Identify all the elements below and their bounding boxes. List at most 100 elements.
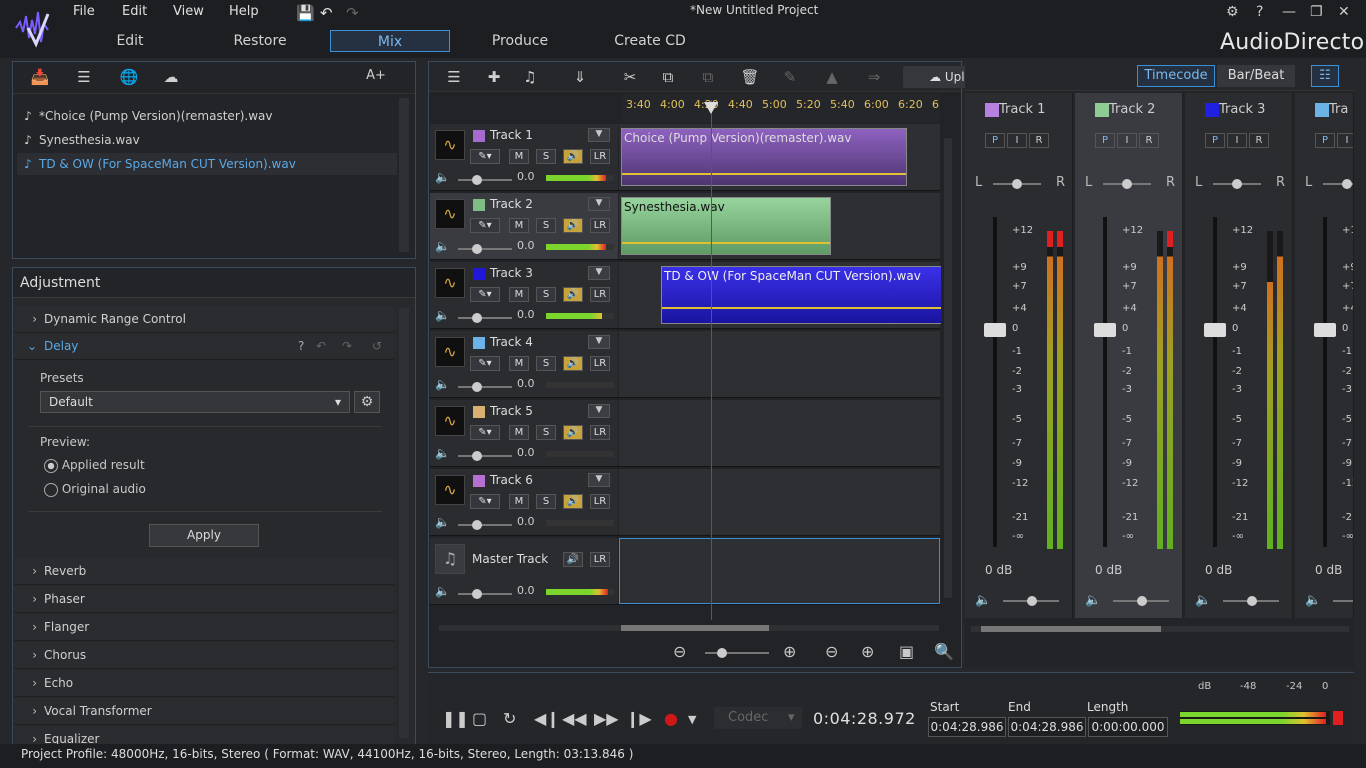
section-delay[interactable]: ⌄ Delay ? ↶ ↷ ↺ — [14, 333, 394, 360]
tab-mix[interactable]: Mix — [330, 30, 450, 52]
volume-slider[interactable] — [458, 593, 512, 595]
radio-original-audio[interactable]: Original audio — [44, 482, 146, 497]
automation-icon[interactable]: ✎▾ — [470, 149, 500, 164]
library-item[interactable]: ♪ *Choice (Pump Version)(remaster).wav — [17, 105, 397, 127]
library-scrollbar[interactable] — [399, 98, 409, 252]
phase-button[interactable]: P — [985, 133, 1005, 148]
track-lane[interactable]: Choice (Pump Version)(remaster).wav — [619, 124, 940, 190]
record-options-icon[interactable]: ▼ — [688, 713, 696, 726]
vertical-zoom-out-icon[interactable]: ⊖ — [825, 642, 838, 661]
add-to-track-icon[interactable]: ☰ — [73, 68, 95, 86]
bar-beat-toggle[interactable]: Bar/Beat — [1217, 65, 1295, 87]
solo-button[interactable]: S — [536, 356, 556, 371]
pan-slider[interactable] — [1323, 179, 1353, 189]
record-icon[interactable]: ● — [664, 709, 678, 728]
track-row-3[interactable]: ∿ Track 3 ✎▾ M S 🔊 LR ▼ 🔈 0.0 TD & OW (F… — [430, 262, 941, 329]
track-row-5[interactable]: ∿ Track 5 ✎▾ M S 🔊 LR ▼ 🔈 0.0 — [430, 400, 940, 467]
record-arm-button[interactable]: R — [1029, 133, 1049, 148]
fader-track[interactable] — [1213, 217, 1217, 547]
track-color-swatch[interactable] — [473, 130, 485, 142]
mixdown-icon[interactable]: ⇒ — [863, 68, 885, 86]
solo-button[interactable]: S — [536, 218, 556, 233]
cloud-icon[interactable]: ☁ — [160, 68, 182, 86]
record-arm-button[interactable]: R — [1139, 133, 1159, 148]
track-menu-button[interactable]: ▼ — [588, 266, 610, 280]
section-equalizer[interactable]: › Equalizer — [14, 726, 394, 746]
close-icon[interactable]: ✕ — [1338, 4, 1350, 20]
section-echo[interactable]: › Echo — [14, 670, 394, 697]
mute-button[interactable]: M — [509, 287, 529, 302]
cut-icon[interactable]: ✂ — [619, 68, 641, 86]
strip-volume-slider[interactable] — [1223, 596, 1279, 606]
redo-icon[interactable]: ↷ — [346, 4, 359, 22]
insert-button[interactable]: I — [1337, 133, 1353, 148]
automation-icon[interactable]: ✎▾ — [470, 425, 500, 440]
automation-icon[interactable]: ✎▾ — [470, 356, 500, 371]
insert-button[interactable]: I — [1117, 133, 1137, 148]
menu-edit[interactable]: Edit — [122, 4, 147, 19]
track-row-6[interactable]: ∿ Track 6 ✎▾ M S 🔊 LR ▼ 🔈 0.0 — [430, 469, 940, 536]
stereo-button[interactable]: LR — [590, 494, 610, 509]
timeline-vscroll[interactable] — [944, 138, 952, 598]
help-icon[interactable]: ? — [1256, 4, 1263, 20]
mute-button[interactable]: M — [509, 149, 529, 164]
adjustment-scrollbar[interactable] — [399, 308, 409, 738]
record-track-icon[interactable]: ♫ — [519, 68, 541, 86]
tab-edit[interactable]: Edit — [100, 30, 160, 52]
insert-button[interactable]: I — [1007, 133, 1027, 148]
paste-icon[interactable]: ⧉ — [697, 68, 719, 86]
phase-button[interactable]: P — [1315, 133, 1335, 148]
volume-slider[interactable] — [458, 455, 512, 457]
volume-knob[interactable] — [472, 589, 482, 599]
stereo-button[interactable]: LR — [590, 218, 610, 233]
track-menu-button[interactable]: ▼ — [588, 404, 610, 418]
track-lane[interactable]: TD & OW (For SpaceMan CUT Version).wav — [619, 262, 941, 328]
mute-button[interactable]: M — [509, 218, 529, 233]
pan-slider[interactable] — [993, 179, 1041, 189]
zoom-slider[interactable] — [705, 648, 769, 658]
track-row-2[interactable]: ∿ Track 2 ✎▾ M S 🔊 LR ▼ 🔈 0.0 Synesthesi… — [430, 193, 940, 260]
help-icon[interactable]: ? — [298, 333, 304, 360]
volume-envelope[interactable] — [622, 173, 906, 175]
timeline-ruler[interactable]: 3:40 4:00 4:20 4:40 5:00 5:20 5:40 6:00 … — [622, 94, 940, 122]
radio-applied-result[interactable]: Applied result — [44, 458, 145, 473]
stereo-button[interactable]: LR — [590, 287, 610, 302]
go-to-end-icon[interactable]: ❙▶ — [626, 709, 652, 728]
track-row-1[interactable]: ∿ Track 1 ✎▾ M S 🔊 LR ▼ 🔈 0.0 Choice (Pu… — [430, 124, 940, 191]
volume-knob[interactable] — [472, 244, 482, 254]
fade-icon[interactable]: ▲ — [821, 68, 843, 86]
fader-track[interactable] — [1323, 217, 1327, 547]
track-color-swatch[interactable] — [473, 268, 485, 280]
speaker-icon[interactable]: 🔊 — [563, 425, 583, 440]
master-track-row[interactable]: ♫ Master Track 🔊 LR 🔈 0.0 — [430, 538, 940, 605]
zoom-out-icon[interactable]: ⊖ — [673, 642, 686, 661]
solo-button[interactable]: S — [536, 149, 556, 164]
pan-slider[interactable] — [1213, 179, 1261, 189]
volume-knob[interactable] — [472, 520, 482, 530]
track-color-swatch[interactable] — [473, 406, 485, 418]
speaker-icon[interactable]: 🔊 — [563, 218, 583, 233]
fader-handle[interactable] — [1094, 323, 1116, 337]
track-lane[interactable] — [619, 331, 940, 397]
fast-forward-icon[interactable]: ▶▶ — [594, 709, 619, 728]
restore-icon[interactable]: ❐ — [1310, 4, 1323, 20]
library-item[interactable]: ♪ TD & OW (For SpaceMan CUT Version).wav — [17, 153, 397, 175]
stereo-button[interactable]: LR — [590, 552, 610, 567]
zoom-selection-icon[interactable]: 🔍 — [934, 642, 954, 661]
master-lane[interactable] — [619, 538, 940, 604]
pause-icon[interactable]: ❚❚ — [442, 709, 469, 728]
section-phaser[interactable]: › Phaser — [14, 586, 394, 613]
tab-restore[interactable]: Restore — [225, 30, 295, 52]
solo-button[interactable]: S — [536, 287, 556, 302]
playhead[interactable] — [711, 100, 712, 620]
section-chorus[interactable]: › Chorus — [14, 642, 394, 669]
volume-knob[interactable] — [472, 382, 482, 392]
speaker-icon[interactable]: 🔊 — [563, 149, 583, 164]
tab-produce[interactable]: Produce — [485, 30, 555, 52]
import-clip-icon[interactable]: ⇓ — [569, 68, 591, 86]
stop-icon[interactable]: ▢ — [472, 709, 487, 728]
track-color-swatch[interactable] — [473, 475, 485, 487]
timecode-toggle[interactable]: Timecode — [1137, 65, 1215, 87]
fader-handle[interactable] — [1314, 323, 1336, 337]
speaker-icon[interactable]: 🔊 — [563, 552, 583, 567]
